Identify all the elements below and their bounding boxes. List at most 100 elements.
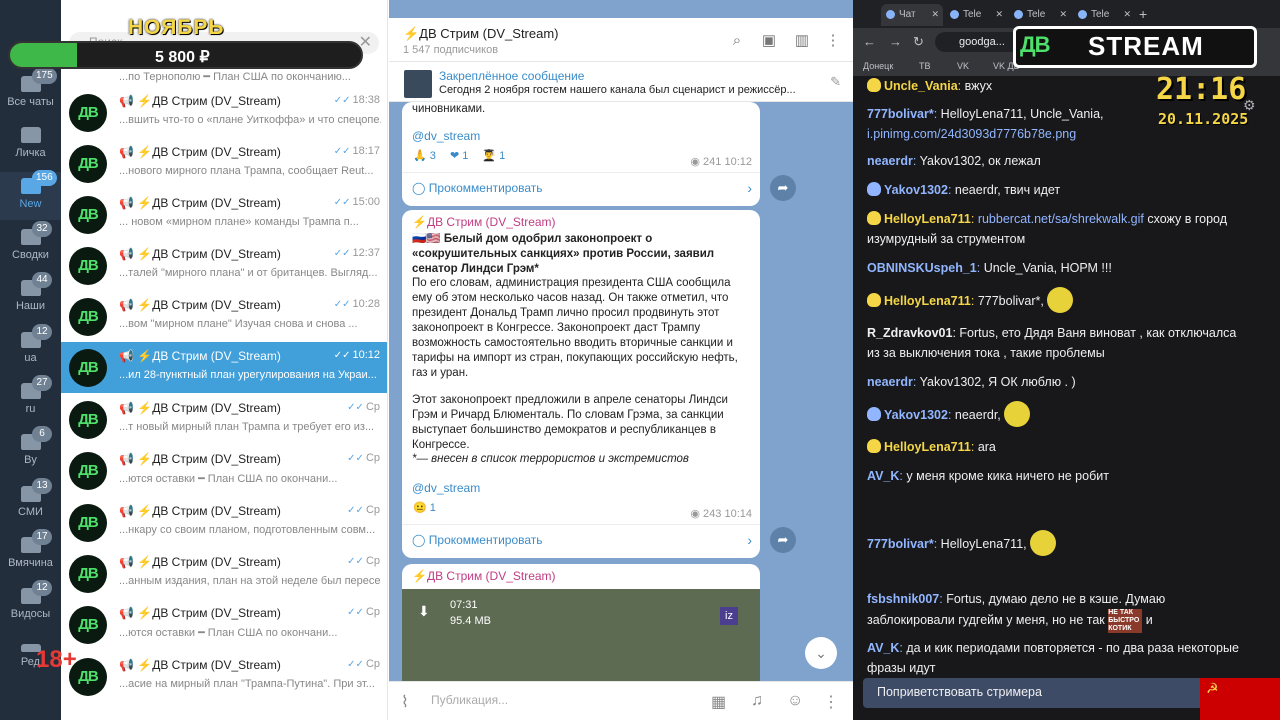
chat-list-item[interactable]: ДВ 📢 ⚡ДВ Стрим (DV_Stream) ✓✓ Ср ...ются ост… [61,445,387,496]
folder-nashi[interactable]: 44 Наши [0,272,61,322]
chat-time-text: Ср [365,452,380,464]
chat-nick[interactable]: Yakov1302 [884,408,948,422]
chat-nick[interactable]: neaerdr [867,375,913,389]
emote-icon: НЕ ТАК БЫСТРО КОТИК [1108,609,1143,633]
chat-list-item[interactable]: ДВ 📢 ⚡ДВ Стрим (DV_Stream) ✓✓ Ср ...анным из… [61,548,387,599]
chat-text: Yakov1302, ок лежал [919,154,1041,168]
live-chat-icon[interactable]: ▣ [761,33,777,49]
read-check-icon: ✓✓ [347,505,364,516]
folder-ua[interactable]: 12 ua [0,324,61,374]
chat-nick[interactable]: AV_K [867,641,899,655]
chat-settings-icon[interactable]: ⚙ [1243,97,1263,117]
sidebar-toggle-icon[interactable]: ▥ [794,33,810,49]
message-author[interactable]: ⚡ДВ Стрим (DV_Stream) [412,569,556,583]
chat-text: HelloyLena711, Uncle_Vania, [940,107,1104,121]
browser-tab[interactable]: Tele ✕ [945,4,1007,26]
close-icon[interactable]: ✕ [1123,9,1131,20]
folder-label: New [19,198,42,210]
composer: ⌇ Публикация... ▦ ♫ ☺ ⋮ [389,681,853,720]
channel-avatar: ДВ [69,94,107,132]
reaction[interactable]: 🙏 3 [410,148,439,163]
chat-nick[interactable]: OBNINSKUspeh_1 [867,261,977,275]
more-menu-icon[interactable]: ⋮ [825,33,841,49]
folder-lichka[interactable]: Личка [0,121,61,169]
close-icon[interactable]: ✕ [1059,9,1067,20]
reaction[interactable]: ❤ 1 [447,148,471,163]
chat-nick[interactable]: Uncle_Vania [884,79,958,93]
share-button[interactable]: ➦ [770,527,796,553]
chat-nick[interactable]: AV_K [867,469,899,483]
read-check-icon: ✓✓ [347,402,364,413]
folder-by[interactable]: 6 By [0,426,61,476]
reaction[interactable]: 😐 1 [410,500,439,515]
bell-icon[interactable]: ♫ [751,692,763,710]
channel-avatar: ДВ [69,349,107,387]
close-icon[interactable]: ✕ [931,9,939,20]
channel-link[interactable]: @dv_stream [412,481,480,495]
back-icon[interactable]: ← [863,34,876,49]
more-menu-icon[interactable]: ⋮ [823,692,839,712]
message-time: 10:14 [724,508,752,520]
folder-smi[interactable]: 13 СМИ [0,478,61,528]
chat-time-text: Ср [365,401,380,413]
forward-icon[interactable]: → [889,34,902,49]
emoji-icon[interactable]: ☺ [787,692,803,710]
chat-list-item[interactable]: ДВ 📢 ⚡ДВ Стрим (DV_Stream) ✓✓ Ср ...асие на … [61,651,387,702]
folder-videos[interactable]: 12 Видосы [0,580,61,630]
chat-nick[interactable]: HelloyLena711 [884,212,971,226]
chat-nick[interactable]: 777bolivar* [867,537,934,551]
bookmark[interactable]: Донецк [863,61,893,71]
channel-title[interactable]: ⚡ДВ Стрим (DV_Stream) [403,26,559,42]
calendar-icon[interactable]: ▦ [711,692,726,712]
chat-list-item[interactable]: ДВ 📢 ⚡ДВ Стрим (DV_Stream) ✓✓ 15:00 ... ново… [61,189,387,240]
browser-tab[interactable]: Tele ✕ [1073,4,1135,26]
chat-nick[interactable]: neaerdr [867,154,913,168]
bookmark[interactable]: VK [957,61,969,71]
chat-separator: : [976,261,984,275]
chat-nick[interactable]: HelloyLena711 [884,440,971,454]
chat-nick[interactable]: 777bolivar* [867,107,934,121]
close-icon[interactable]: ✕ [995,9,1003,20]
scroll-down-button[interactable]: ⌄ [805,637,837,669]
comment-label: Прокомментировать [428,533,543,547]
chat-nick[interactable]: Yakov1302 [884,183,948,197]
chat-link[interactable]: rubbercat.net/sa/shrekwalk.gif [978,212,1144,226]
new-tab-icon[interactable]: + [1139,6,1147,22]
chat-nick[interactable]: R_Zdravkov01 [867,326,952,340]
folder-ru[interactable]: 27 ru [0,375,61,425]
read-check-icon: ✓✓ [347,556,364,567]
pinned-message-bar[interactable]: Закреплённое сообщение Сегодня 2 ноября … [389,62,853,102]
folder-svodki[interactable]: 32 Сводки [0,221,61,271]
chat-list-item[interactable]: ДВ 📢 ⚡ДВ Стрим (DV_Stream) ✓✓ Ср ...нкару со… [61,497,387,548]
reaction[interactable]: 👨‍🎓 1 [479,148,508,163]
bookmark[interactable]: ТВ [919,61,931,71]
chat-link[interactable]: i.pinimg.com/24d3093d7776b78e.png [867,127,1076,141]
browser-tab[interactable]: Tele ✕ [1009,4,1071,26]
reload-icon[interactable]: ↻ [913,34,924,50]
chat-list-item[interactable]: ДВ 📢 ⚡ДВ Стрим (DV_Stream) ✓✓ 10:12 ...ил 28… [61,342,387,393]
chat-list-item[interactable]: ДВ 📢 ⚡ДВ Стрим (DV_Stream) ✓✓ 10:28 ...вом "… [61,291,387,342]
chat-message: OBNINSKUspeh_1: Uncle_Vania, НОРМ !!! [867,258,1247,278]
chat-list-item[interactable]: ДВ 📢 ⚡ДВ Стрим (DV_Stream) ✓✓ 12:37 ...талей… [61,240,387,291]
folder-new[interactable]: 156 New [0,170,61,220]
folder-all-chats[interactable]: 175 Все чаты [0,68,61,118]
message-input[interactable]: Публикация... [431,693,508,707]
video-attachment[interactable]: ⬇ 07:31 95.4 MB iz [402,589,760,689]
chat-nick[interactable]: fsbshnik007 [867,592,939,606]
chat-list-item[interactable]: ДВ 📢 ⚡ДВ Стрим (DV_Stream) ✓✓ Ср ...т новый … [61,394,387,445]
folder-vmyachina[interactable]: 17 Вмячина [0,529,61,579]
chat-list-item[interactable]: ДВ 📢 ⚡ДВ Стрим (DV_Stream) ✓✓ 18:38 ...вшить… [61,87,387,138]
chat-list-item[interactable]: ДВ 📢 ⚡ДВ Стрим (DV_Stream) ✓✓ Ср ...ются ост… [61,599,387,650]
unpin-icon[interactable]: ✎ [830,74,841,90]
search-icon[interactable]: ⌕ [729,33,745,49]
attach-icon[interactable]: ⌇ [401,692,409,712]
comment-button[interactable]: ◯ Прокомментировать [412,533,752,547]
chat-nick[interactable]: HelloyLena711 [884,294,971,308]
comment-button[interactable]: ◯ Прокомментировать [412,181,752,195]
channel-link[interactable]: @dv_stream [412,129,480,143]
message-author[interactable]: ⚡ДВ Стрим (DV_Stream) [412,215,556,229]
browser-tab[interactable]: Чат ✕ [881,4,943,26]
chat-list-item[interactable]: ДВ 📢 ⚡ДВ Стрим (DV_Stream) ✓✓ 18:17 ...новог… [61,138,387,189]
share-button[interactable]: ➦ [770,175,796,201]
download-icon[interactable]: ⬇ [418,603,430,620]
